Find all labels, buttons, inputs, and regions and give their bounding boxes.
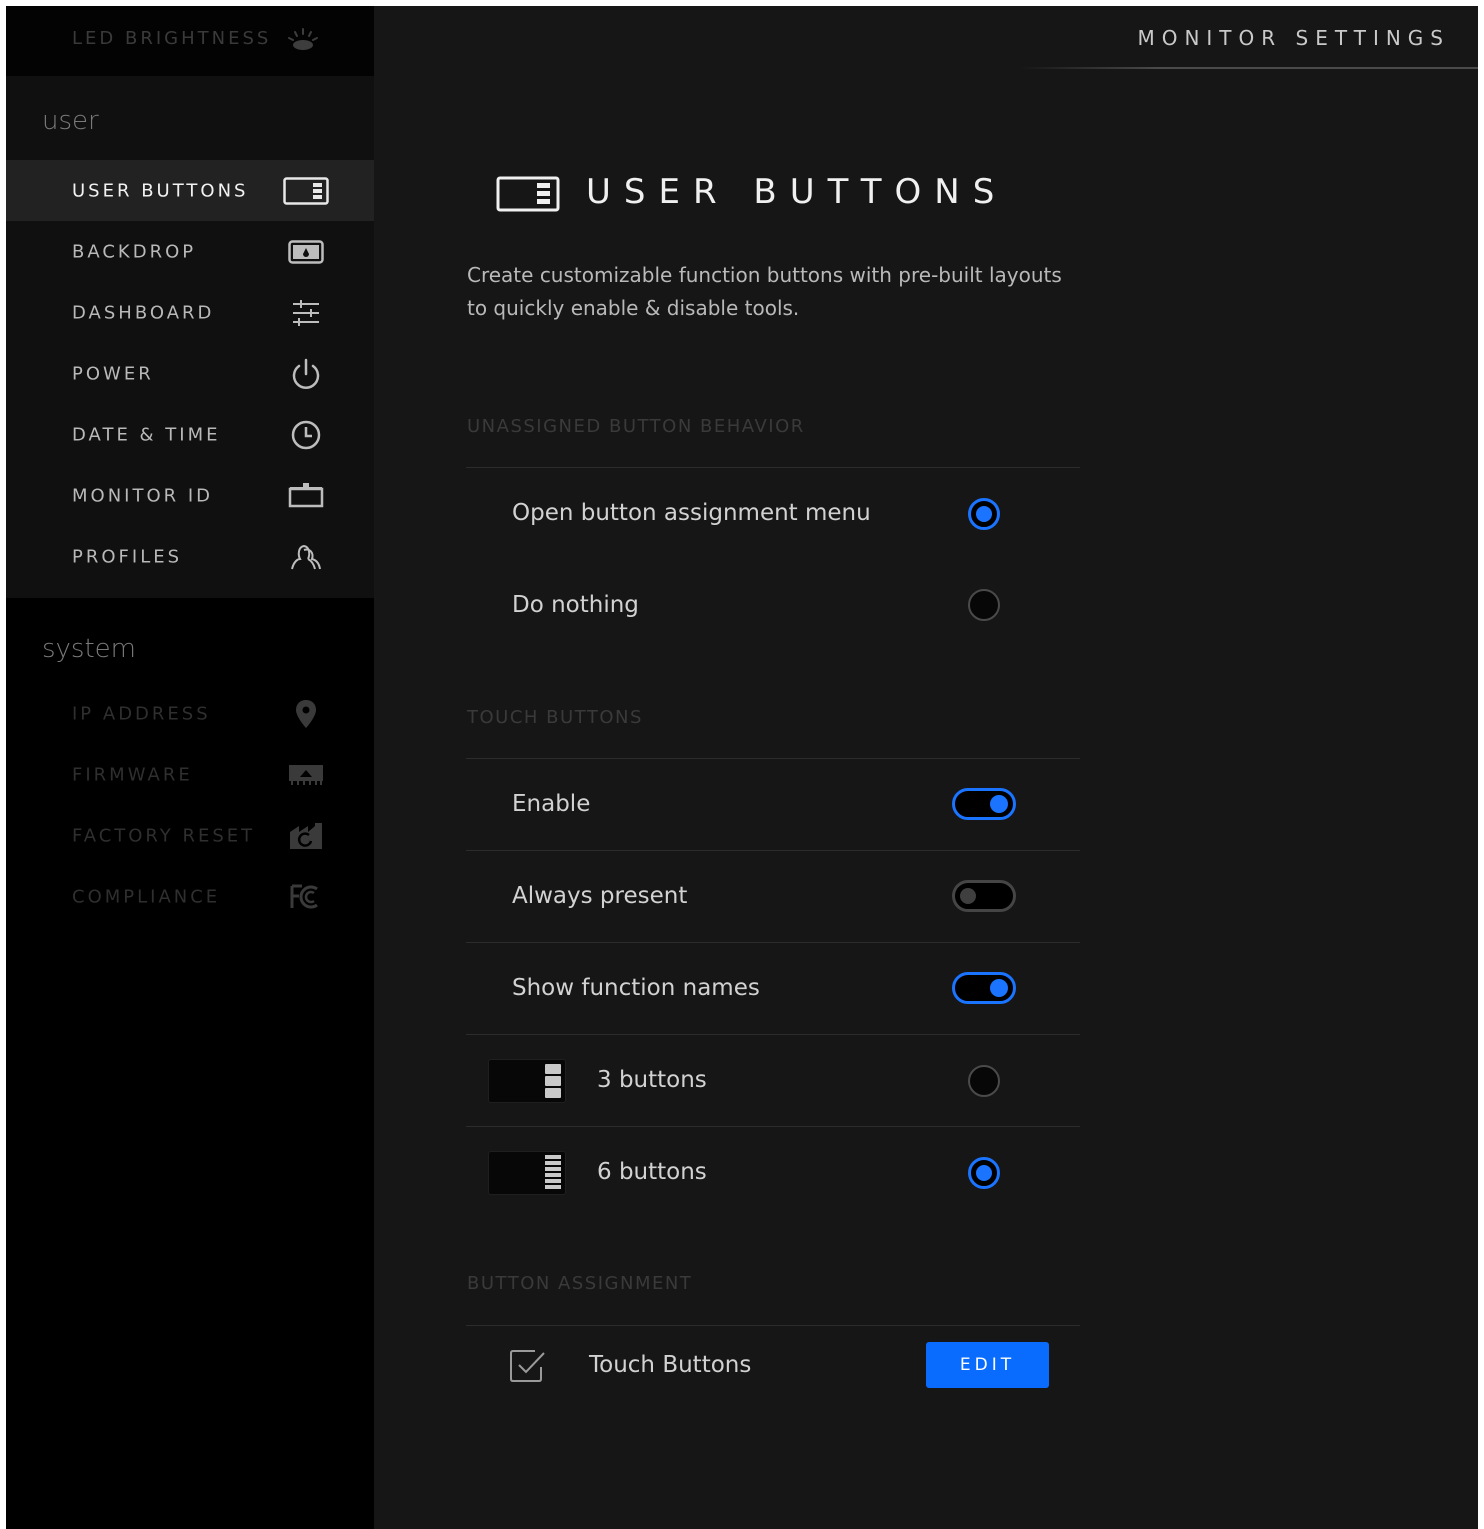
led-brightness-item[interactable]: LED BRIGHTNESS bbox=[6, 6, 374, 76]
radio-open-assignment-menu[interactable] bbox=[968, 498, 1000, 530]
divider bbox=[466, 942, 1080, 943]
always-present-toggle[interactable] bbox=[952, 880, 1016, 912]
monitor-settings-title: MONITOR SETTINGS bbox=[1137, 26, 1450, 50]
app-window: LED BRIGHTNESS user USER BUTTONS BACKDRO… bbox=[6, 6, 1478, 1529]
page-title: USER BUTTONS bbox=[586, 172, 1008, 212]
factory-reset-icon bbox=[282, 818, 330, 854]
sidebar-item-label: DATE & TIME bbox=[72, 424, 221, 445]
layout-label: 3 buttons bbox=[597, 1067, 707, 1093]
sidebar-item-compliance[interactable]: COMPLIANCE bbox=[6, 866, 374, 927]
divider bbox=[466, 1126, 1080, 1127]
sidebar-item-label: PROFILES bbox=[72, 546, 183, 567]
header-divider bbox=[1020, 67, 1478, 69]
section-title-unassigned: UNASSIGNED BUTTON BEHAVIOR bbox=[467, 416, 805, 437]
sidebar-item-label: DASHBOARD bbox=[72, 302, 215, 323]
user-group-title: user bbox=[42, 106, 99, 136]
show-function-names-toggle[interactable] bbox=[952, 972, 1016, 1004]
sidebar: LED BRIGHTNESS user USER BUTTONS BACKDRO… bbox=[6, 6, 374, 1529]
sidebar-item-user-buttons[interactable]: USER BUTTONS bbox=[6, 160, 374, 221]
divider bbox=[466, 850, 1080, 851]
sidebar-item-label: BACKDROP bbox=[72, 241, 197, 262]
sidebar-item-monitor-id[interactable]: MONITOR ID bbox=[6, 465, 374, 526]
section-title-button-assignment: BUTTON ASSIGNMENT bbox=[467, 1273, 693, 1294]
sidebar-item-label: USER BUTTONS bbox=[72, 180, 249, 201]
assignment-label: Touch Buttons bbox=[589, 1352, 752, 1378]
radio-do-nothing[interactable] bbox=[968, 589, 1000, 621]
sidebar-item-firmware[interactable]: FIRMWARE bbox=[6, 744, 374, 805]
checkbox-icon bbox=[509, 1349, 547, 1387]
radio-3-buttons[interactable] bbox=[968, 1065, 1000, 1097]
location-pin-icon bbox=[282, 696, 330, 732]
sidebar-item-label: POWER bbox=[72, 363, 154, 384]
user-buttons-icon bbox=[496, 176, 560, 216]
sidebar-item-label: FACTORY RESET bbox=[72, 825, 256, 846]
system-group-title: system bbox=[42, 634, 136, 664]
sidebar-item-label: MONITOR ID bbox=[72, 485, 214, 506]
sidebar-item-label: COMPLIANCE bbox=[72, 886, 221, 907]
sliders-icon bbox=[282, 295, 330, 331]
toggle-label: Show function names bbox=[512, 975, 760, 1001]
power-icon bbox=[282, 356, 330, 392]
monitor-id-icon bbox=[282, 478, 330, 514]
sidebar-item-backdrop[interactable]: BACKDROP bbox=[6, 221, 374, 282]
led-brightness-label: LED BRIGHTNESS bbox=[72, 28, 272, 49]
divider bbox=[466, 1034, 1080, 1035]
sidebar-item-profiles[interactable]: PROFILES bbox=[6, 526, 374, 587]
radio-6-buttons[interactable] bbox=[968, 1157, 1000, 1189]
clock-icon bbox=[282, 417, 330, 453]
fcc-icon bbox=[282, 879, 330, 915]
user-settings-group: user USER BUTTONS BACKDROP DASHBOARD POW… bbox=[6, 76, 374, 598]
profiles-icon bbox=[282, 539, 330, 575]
page-description: Create customizable function buttons wit… bbox=[467, 263, 1062, 320]
sidebar-item-dashboard[interactable]: DASHBOARD bbox=[6, 282, 374, 343]
divider bbox=[466, 467, 1080, 468]
sidebar-item-date-time[interactable]: DATE & TIME bbox=[6, 404, 374, 465]
layout-label: 6 buttons bbox=[597, 1159, 707, 1185]
three-buttons-layout-icon bbox=[488, 1059, 566, 1103]
sidebar-item-factory-reset[interactable]: FACTORY RESET bbox=[6, 805, 374, 866]
divider bbox=[466, 1325, 1080, 1326]
brightness-icon bbox=[286, 27, 320, 57]
backdrop-icon bbox=[282, 234, 330, 270]
section-title-touch-buttons: TOUCH BUTTONS bbox=[467, 707, 643, 728]
enable-toggle[interactable] bbox=[952, 788, 1016, 820]
divider bbox=[466, 758, 1080, 759]
firmware-icon bbox=[282, 757, 330, 793]
sidebar-item-label: IP ADDRESS bbox=[72, 703, 211, 724]
edit-button[interactable]: EDIT bbox=[926, 1342, 1049, 1388]
sidebar-item-power[interactable]: POWER bbox=[6, 343, 374, 404]
toggle-label: Enable bbox=[512, 791, 591, 817]
six-buttons-layout-icon bbox=[488, 1151, 566, 1195]
sidebar-item-label: FIRMWARE bbox=[72, 764, 193, 785]
toggle-label: Always present bbox=[512, 883, 688, 909]
sidebar-item-ip-address[interactable]: IP ADDRESS bbox=[6, 683, 374, 744]
user-buttons-icon bbox=[282, 173, 330, 209]
option-label: Do nothing bbox=[512, 592, 639, 618]
option-label: Open button assignment menu bbox=[512, 500, 871, 526]
